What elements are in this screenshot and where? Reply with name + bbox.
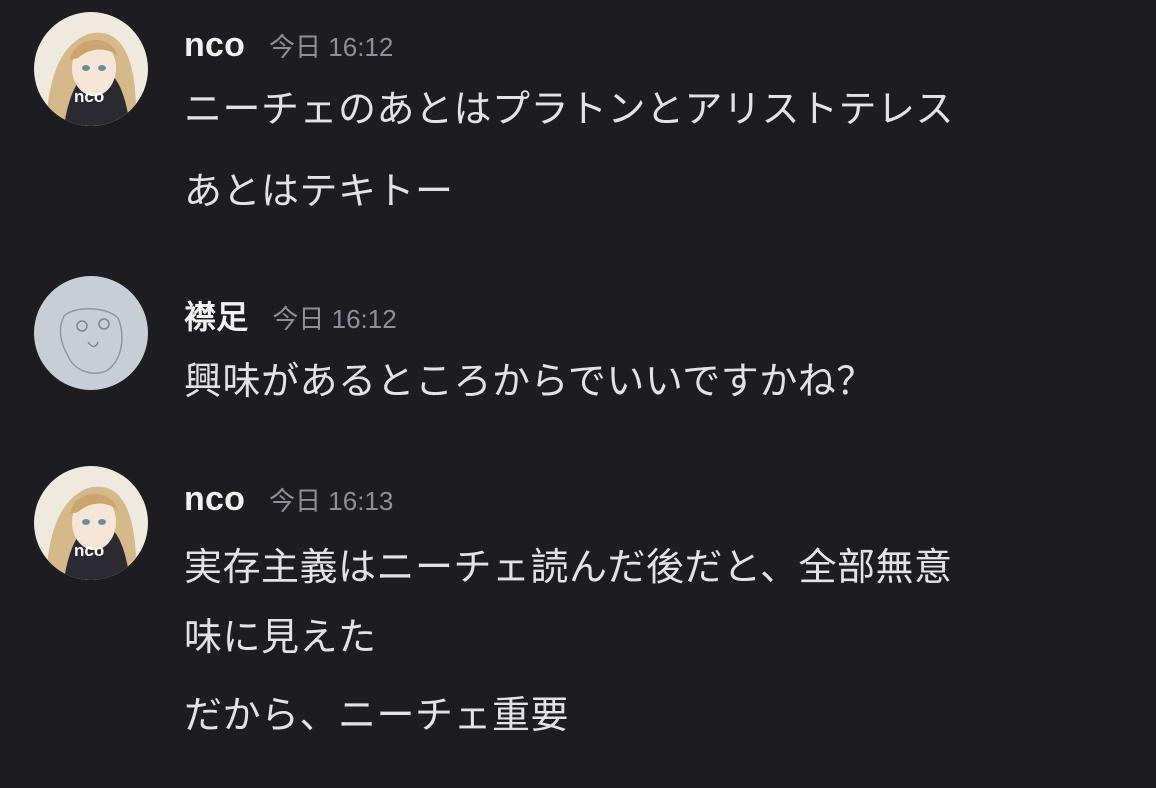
avatar[interactable]: nco	[34, 466, 148, 580]
author-name[interactable]: nco	[184, 480, 245, 519]
timestamp: 今日 16:12	[272, 304, 397, 334]
message-text: 実存主義はニーチェ読んだ後だと、全部無意	[184, 545, 953, 589]
avatar[interactable]	[34, 276, 148, 390]
timestamp: 今日 16:13	[269, 486, 394, 516]
anime-portrait-icon: nco	[34, 12, 148, 126]
avatar-label: nco	[74, 541, 104, 560]
message-text: 味に見えた	[184, 615, 377, 659]
author-name[interactable]: 襟足	[184, 292, 248, 338]
message-text: 興味があるところからでいいですかね？	[184, 359, 875, 403]
author-name[interactable]: nco	[184, 26, 245, 65]
sketch-face-icon	[34, 276, 148, 390]
message-header: nco 今日 16:13	[184, 480, 393, 519]
avatar[interactable]: nco	[34, 12, 148, 126]
message-text: ニーチェのあとはプラトンとアリストテレス	[184, 87, 955, 131]
avatar-label: nco	[74, 87, 104, 106]
message-text: あとはテキトー	[184, 169, 454, 213]
timestamp: 今日 16:12	[269, 32, 394, 62]
message-header: 襟足 今日 16:12	[184, 292, 397, 338]
message-text: だから、ニーチェ重要	[184, 693, 570, 737]
anime-portrait-icon: nco	[34, 466, 148, 580]
message-header: nco 今日 16:12	[184, 26, 393, 65]
